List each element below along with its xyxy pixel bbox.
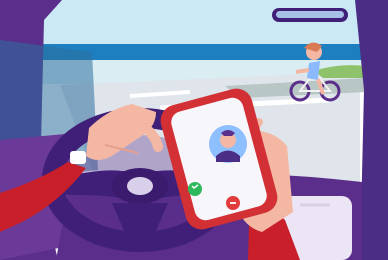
accept-call-icon	[188, 182, 202, 196]
contact-avatar-icon	[209, 125, 247, 163]
decline-call-icon	[226, 196, 240, 210]
wrist-watch	[70, 151, 86, 164]
cyclist-arm	[295, 68, 310, 74]
driving-distraction-illustration	[0, 0, 388, 260]
rear-view-mirror-icon	[272, 8, 348, 22]
illustration-canvas	[0, 0, 388, 260]
